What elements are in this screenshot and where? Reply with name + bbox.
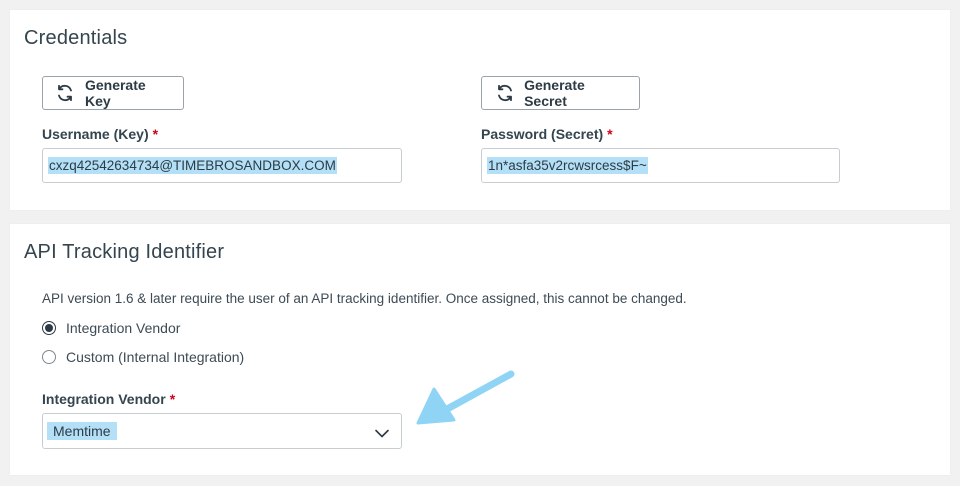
radio-integration-vendor[interactable]: Integration Vendor (42, 320, 180, 336)
credentials-card: Credentials Generate Key Generate Secret… (10, 10, 950, 210)
required-mark: * (607, 126, 613, 142)
radio-custom-integration[interactable]: Custom (Internal Integration) (42, 349, 244, 365)
generate-secret-button[interactable]: Generate Secret (481, 76, 640, 110)
password-input[interactable]: 1n*asfa35v2rcwsrcess$F~ (481, 148, 840, 183)
credentials-title: Credentials (24, 27, 128, 49)
radio-label: Custom (Internal Integration) (66, 349, 245, 365)
password-label-text: Password (Secret) (481, 126, 604, 142)
annotation-arrow-icon (410, 368, 520, 433)
generate-secret-label: Generate Secret (524, 77, 585, 109)
vendor-select[interactable]: Memtime (42, 413, 402, 449)
radio-button-checked[interactable] (42, 321, 56, 335)
vendor-select-value: Memtime (47, 422, 117, 440)
required-mark: * (152, 126, 159, 142)
password-value: 1n*asfa35v2rcwsrcess$F~ (487, 157, 648, 174)
generate-key-label: Generate Key (84, 77, 146, 109)
username-label-text: Username (Key) (42, 126, 149, 142)
api-tracking-title: API Tracking Identifier (24, 241, 225, 263)
vendor-label: Integration Vendor * (42, 391, 175, 407)
api-tracking-card: API Tracking Identifier API version 1.6 … (10, 224, 950, 475)
username-input[interactable]: cxzq42542634734@TIMEBROSANDBOX.COM (42, 148, 402, 183)
generate-key-button[interactable]: Generate Key (42, 76, 184, 110)
vendor-label-text: Integration Vendor (42, 391, 166, 407)
radio-label: Integration Vendor (66, 320, 181, 336)
chevron-down-icon (375, 425, 389, 441)
radio-button[interactable] (42, 350, 56, 364)
api-tracking-description: API version 1.6 & later require the user… (42, 291, 687, 306)
required-mark: * (169, 391, 176, 407)
refresh-icon (55, 82, 76, 104)
password-label: Password (Secret) * (481, 126, 613, 142)
username-value: cxzq42542634734@TIMEBROSANDBOX.COM (48, 157, 337, 174)
username-label: Username (Key) * (42, 126, 158, 142)
refresh-icon (494, 82, 515, 104)
